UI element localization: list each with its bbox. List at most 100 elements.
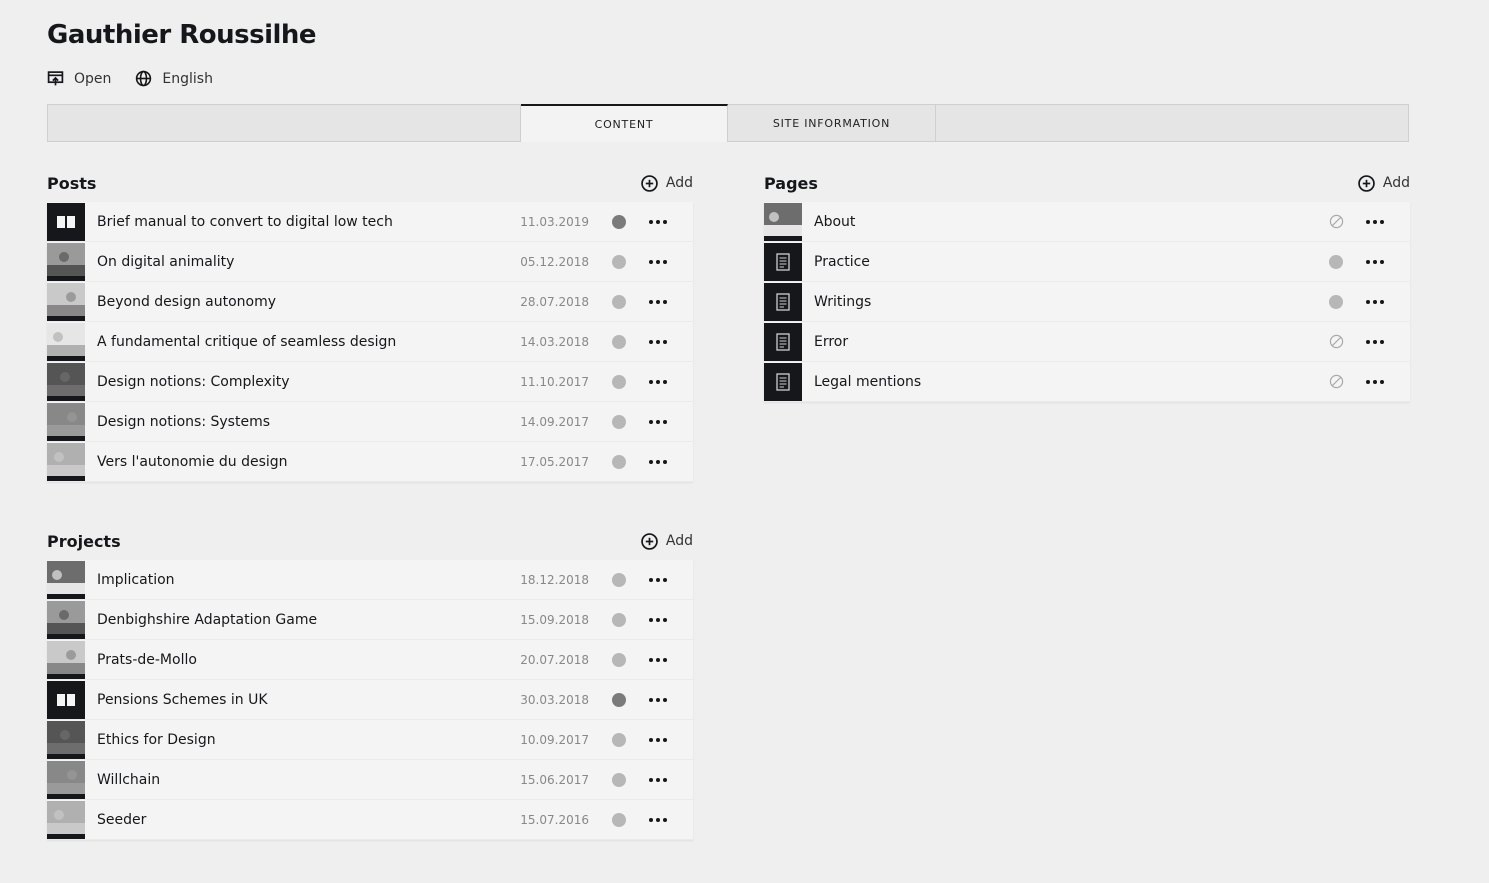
list-item[interactable]: Pensions Schemes in UK 30.03.2018 — [47, 680, 693, 720]
list-item[interactable]: Error — [764, 322, 1410, 362]
item-title[interactable]: Writings — [802, 294, 1306, 310]
item-title[interactable]: Beyond design autonomy — [85, 294, 509, 310]
item-title[interactable]: Pensions Schemes in UK — [85, 692, 509, 708]
more-options-icon[interactable] — [649, 419, 693, 424]
list-item[interactable]: Brief manual to convert to digital low t… — [47, 202, 693, 242]
item-title[interactable]: On digital animality — [85, 254, 509, 270]
thumbnail[interactable] — [47, 680, 85, 719]
more-options-icon[interactable] — [649, 577, 693, 582]
thumbnail[interactable] — [764, 362, 802, 401]
more-options-icon[interactable] — [649, 379, 693, 384]
more-options-icon[interactable] — [649, 259, 693, 264]
list-item[interactable]: Legal mentions — [764, 362, 1410, 402]
thumbnail[interactable] — [764, 322, 802, 361]
item-title[interactable]: Ethics for Design — [85, 732, 509, 748]
status-button[interactable] — [589, 414, 649, 429]
item-title[interactable]: About — [802, 214, 1306, 230]
thumbnail[interactable] — [47, 322, 85, 361]
thumbnail[interactable] — [764, 282, 802, 321]
more-options-icon[interactable] — [1366, 259, 1410, 264]
more-options-icon[interactable] — [1366, 379, 1410, 384]
thumbnail[interactable] — [47, 242, 85, 281]
status-button[interactable] — [589, 214, 649, 229]
thumbnail[interactable] — [47, 282, 85, 321]
list-item[interactable]: Willchain 15.06.2017 — [47, 760, 693, 800]
item-title[interactable]: Vers l'autonomie du design — [85, 454, 509, 470]
add-project-button[interactable]: Add — [641, 532, 693, 550]
thumbnail[interactable] — [47, 202, 85, 241]
status-button[interactable] — [589, 772, 649, 787]
tab-site-information[interactable]: Site information — [728, 105, 936, 141]
list-item[interactable]: Ethics for Design 10.09.2017 — [47, 720, 693, 760]
list-item[interactable]: Seeder 15.07.2016 — [47, 800, 693, 840]
status-button[interactable] — [589, 454, 649, 469]
thumbnail[interactable] — [47, 800, 85, 839]
more-options-icon[interactable] — [649, 459, 693, 464]
status-button[interactable] — [589, 732, 649, 747]
more-options-icon[interactable] — [649, 657, 693, 662]
more-options-icon[interactable] — [649, 697, 693, 702]
item-title[interactable]: Practice — [802, 254, 1306, 270]
status-button[interactable] — [1306, 294, 1366, 309]
item-title[interactable]: Brief manual to convert to digital low t… — [85, 214, 509, 230]
add-page-button[interactable]: Add — [1358, 174, 1410, 192]
status-button[interactable] — [589, 572, 649, 587]
list-item[interactable]: On digital animality 05.12.2018 — [47, 242, 693, 282]
thumbnail[interactable] — [47, 362, 85, 401]
status-draft-icon[interactable] — [1306, 374, 1366, 389]
list-item[interactable]: Writings — [764, 282, 1410, 322]
thumbnail[interactable] — [47, 402, 85, 441]
list-item[interactable]: A fundamental critique of seamless desig… — [47, 322, 693, 362]
open-site-button[interactable]: Open — [47, 70, 111, 87]
list-item[interactable]: Vers l'autonomie du design 17.05.2017 — [47, 442, 693, 482]
more-options-icon[interactable] — [649, 339, 693, 344]
status-draft-icon[interactable] — [1306, 214, 1366, 229]
more-options-icon[interactable] — [1366, 299, 1410, 304]
status-button[interactable] — [589, 374, 649, 389]
status-button[interactable] — [589, 812, 649, 827]
thumbnail[interactable] — [764, 202, 802, 241]
status-draft-icon[interactable] — [1306, 334, 1366, 349]
language-button[interactable]: English — [135, 70, 213, 87]
thumbnail[interactable] — [47, 442, 85, 481]
item-title[interactable]: Implication — [85, 572, 509, 588]
item-title[interactable]: Willchain — [85, 772, 509, 788]
item-title[interactable]: Design notions: Complexity — [85, 374, 509, 390]
list-item[interactable]: About — [764, 202, 1410, 242]
thumbnail[interactable] — [47, 760, 85, 799]
status-button[interactable] — [1306, 254, 1366, 269]
list-item[interactable]: Prats-de-Mollo 20.07.2018 — [47, 640, 693, 680]
list-item[interactable]: Design notions: Systems 14.09.2017 — [47, 402, 693, 442]
more-options-icon[interactable] — [649, 777, 693, 782]
thumbnail[interactable] — [47, 720, 85, 759]
status-button[interactable] — [589, 294, 649, 309]
thumbnail[interactable] — [764, 242, 802, 281]
tab-content[interactable]: Content — [521, 104, 728, 142]
more-options-icon[interactable] — [649, 299, 693, 304]
list-item[interactable]: Implication 18.12.2018 — [47, 560, 693, 600]
add-post-button[interactable]: Add — [641, 174, 693, 192]
item-title[interactable]: A fundamental critique of seamless desig… — [85, 334, 509, 350]
item-title[interactable]: Legal mentions — [802, 374, 1306, 390]
more-options-icon[interactable] — [649, 737, 693, 742]
list-item[interactable]: Denbighshire Adaptation Game 15.09.2018 — [47, 600, 693, 640]
item-title[interactable]: Denbighshire Adaptation Game — [85, 612, 509, 628]
more-options-icon[interactable] — [649, 817, 693, 822]
item-title[interactable]: Seeder — [85, 812, 509, 828]
thumbnail[interactable] — [47, 560, 85, 599]
more-options-icon[interactable] — [649, 219, 693, 224]
more-options-icon[interactable] — [1366, 339, 1410, 344]
status-button[interactable] — [589, 692, 649, 707]
list-item[interactable]: Design notions: Complexity 11.10.2017 — [47, 362, 693, 402]
item-title[interactable]: Prats-de-Mollo — [85, 652, 509, 668]
item-title[interactable]: Design notions: Systems — [85, 414, 509, 430]
item-title[interactable]: Error — [802, 334, 1306, 350]
status-button[interactable] — [589, 254, 649, 269]
status-button[interactable] — [589, 334, 649, 349]
status-button[interactable] — [589, 612, 649, 627]
more-options-icon[interactable] — [1366, 219, 1410, 224]
more-options-icon[interactable] — [649, 617, 693, 622]
status-button[interactable] — [589, 652, 649, 667]
list-item[interactable]: Beyond design autonomy 28.07.2018 — [47, 282, 693, 322]
list-item[interactable]: Practice — [764, 242, 1410, 282]
